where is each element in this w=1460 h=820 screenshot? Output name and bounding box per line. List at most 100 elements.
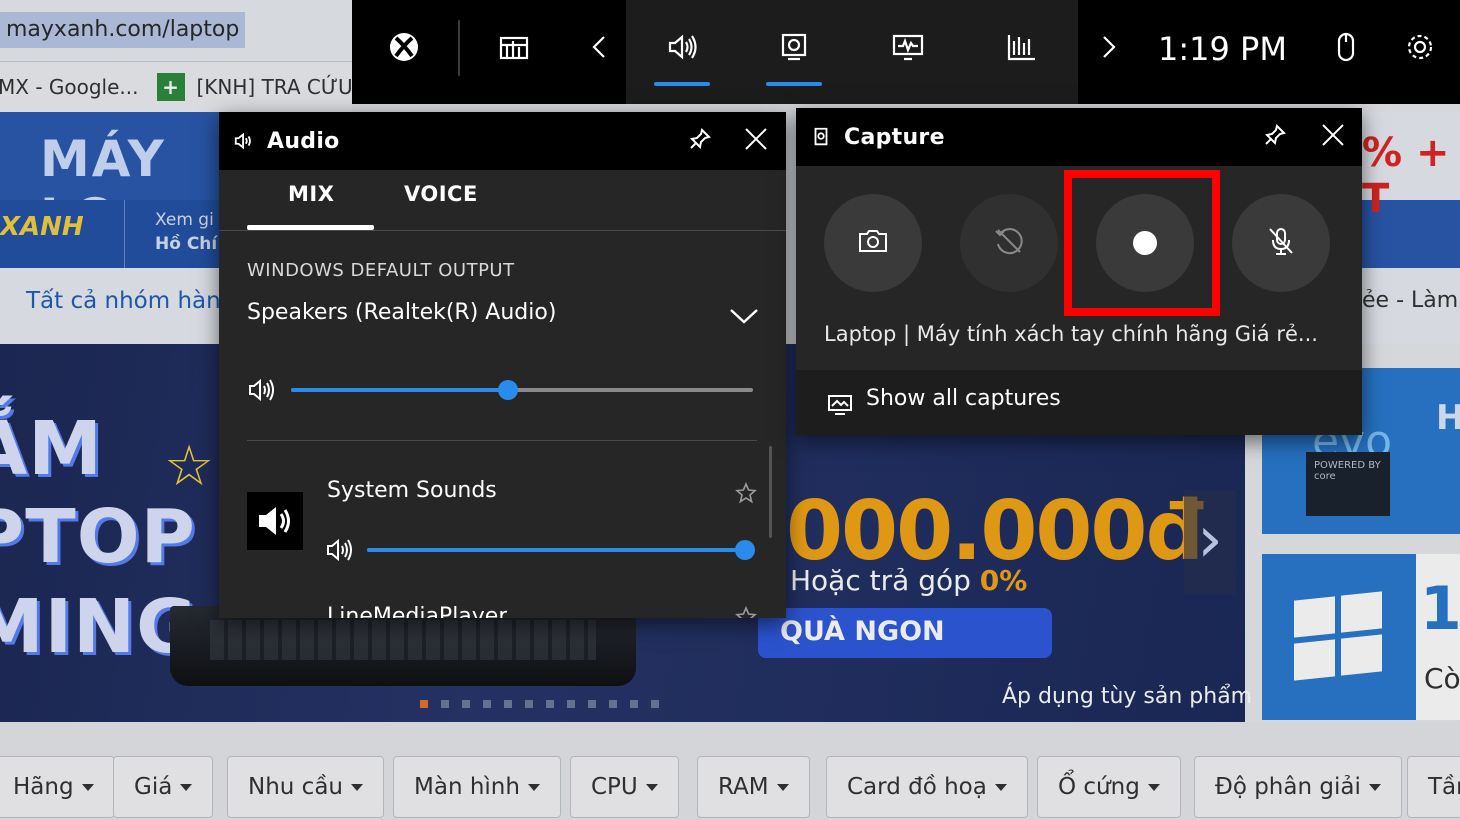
plus-icon: + <box>156 73 185 101</box>
side-ad-letter: H <box>1436 398 1460 438</box>
slider-thumb[interactable] <box>735 540 755 560</box>
caret-down-icon <box>1368 784 1381 791</box>
carousel-dot[interactable] <box>630 700 638 708</box>
installment-rate: 0% <box>979 564 1028 597</box>
mouse-button[interactable] <box>1324 0 1368 98</box>
screenshot-button[interactable] <box>824 194 922 292</box>
carousel-dot[interactable] <box>483 700 491 708</box>
settings-button[interactable] <box>1398 0 1442 98</box>
caret-down-icon <box>81 784 94 791</box>
capture-title: Capture <box>844 124 945 150</box>
side-ad-windows[interactable]: 10 Cò <box>1262 554 1460 720</box>
carousel-dot[interactable] <box>420 700 428 708</box>
filter-graphics[interactable]: Card đồ hoạ <box>826 756 1028 818</box>
all-categories-link[interactable]: Tất cả nhóm hàng <box>26 288 235 314</box>
filter-price[interactable]: Giá <box>113 756 214 818</box>
chevron-right-icon <box>1090 29 1126 69</box>
filter-label: Nhu cầu <box>248 774 343 800</box>
right-link[interactable]: ẻe - Làm <box>1362 288 1458 313</box>
filter-ram[interactable]: RAM <box>697 756 810 818</box>
filter-cpu[interactable]: CPU <box>570 756 679 818</box>
close-button[interactable] <box>1316 120 1350 154</box>
carousel-dot[interactable] <box>567 700 575 708</box>
scroll-right-button[interactable] <box>1086 0 1130 98</box>
site-logo[interactable]: XANH <box>0 212 84 242</box>
windows-logo-icon <box>1294 591 1382 681</box>
pin-button[interactable] <box>683 124 717 158</box>
promo-right-text[interactable]: % + T <box>1362 130 1460 222</box>
carousel-dot[interactable] <box>441 700 449 708</box>
address-url[interactable]: mayxanh.com/laptop <box>0 12 246 48</box>
close-icon <box>1320 122 1346 152</box>
tabs-divider <box>219 230 786 231</box>
carousel-dot[interactable] <box>651 700 659 708</box>
active-indicator <box>766 82 822 86</box>
gamebar-separator <box>458 20 460 76</box>
filter-label: Độ phân giải <box>1215 774 1361 800</box>
filter-screen[interactable]: Màn hình <box>393 756 561 818</box>
record-last-30s-button[interactable] <box>960 194 1058 292</box>
location-selector[interactable]: Xem gi Hồ Chí <box>124 200 217 268</box>
audio-header[interactable]: Audio <box>219 112 786 170</box>
scroll-left-button[interactable] <box>578 0 622 98</box>
slider-thumb[interactable] <box>498 380 519 400</box>
carousel-dot[interactable] <box>504 700 512 708</box>
bookmark-item[interactable]: MX - Google... <box>0 75 139 99</box>
close-button[interactable] <box>739 124 773 158</box>
output-section-label: WINDOWS DEFAULT OUTPUT <box>247 260 515 281</box>
star-icon <box>735 606 757 618</box>
favorite-button[interactable] <box>735 606 757 618</box>
record-highlight-box <box>1064 170 1220 316</box>
filter-need[interactable]: Nhu cầu <box>227 756 384 818</box>
filter-resolution[interactable]: Độ phân giải <box>1194 756 1402 818</box>
carousel-dot[interactable] <box>546 700 554 708</box>
game-bar: 1:19 PM <box>352 0 1460 104</box>
filter-brand[interactable]: Hãng <box>0 756 115 818</box>
location-line-2: Hồ Chí <box>155 234 218 254</box>
performance-widget-button[interactable] <box>880 0 936 98</box>
active-indicator <box>654 82 710 86</box>
filter-refresh[interactable]: Tần <box>1407 756 1460 818</box>
pin-button[interactable] <box>1258 120 1292 154</box>
show-all-captures-button[interactable]: Show all captures <box>796 370 1362 435</box>
mouse-icon <box>1328 29 1364 69</box>
hero-apply-note: Áp dụng tùy sản phẩm <box>1002 684 1253 709</box>
tab-voice[interactable]: VOICE <box>404 182 478 232</box>
output-device-dropdown[interactable]: Speakers (Realtek(R) Audio) <box>247 300 759 342</box>
gift-badge: QUÀ NGON <box>758 608 1052 658</box>
bookmark-label: [KNH] TRA CỨU <box>196 75 353 99</box>
mic-toggle-button[interactable] <box>1232 194 1330 292</box>
audio-widget-button[interactable] <box>654 0 710 98</box>
capture-header[interactable]: Capture <box>796 108 1362 166</box>
slider-fill <box>367 548 745 552</box>
widget-menu-button[interactable] <box>482 0 546 98</box>
master-volume-slider[interactable] <box>291 380 753 400</box>
carousel-dot[interactable] <box>462 700 470 708</box>
volume-icon[interactable] <box>247 376 277 404</box>
caret-down-icon <box>1147 784 1160 791</box>
carousel-next-button[interactable]: › <box>1184 490 1236 594</box>
capture-icon <box>808 124 834 150</box>
capture-widget-button[interactable] <box>766 0 822 98</box>
app-volume-slider[interactable] <box>367 540 755 560</box>
carousel-dot[interactable] <box>609 700 617 708</box>
resources-widget-button[interactable] <box>994 0 1050 98</box>
volume-icon[interactable] <box>325 536 355 564</box>
carousel-dot[interactable] <box>525 700 533 708</box>
carousel-dots[interactable] <box>420 700 659 708</box>
bookmark-item[interactable]: + [KNH] TRA CỨU <box>156 73 353 101</box>
audio-title: Audio <box>267 128 340 154</box>
filter-storage[interactable]: Ổ cứng <box>1037 756 1181 818</box>
speaker-icon <box>247 492 303 550</box>
audio-icon <box>231 128 257 154</box>
brand-banner[interactable]: MÁY LỌ <box>0 112 230 246</box>
capture-icon <box>776 29 812 69</box>
xbox-button[interactable] <box>372 0 436 98</box>
carousel-dot[interactable] <box>588 700 596 708</box>
hero-installment: Hoặc trả góp 0% <box>790 564 1027 597</box>
gallery-icon <box>826 392 854 416</box>
address-bar[interactable]: mayxanh.com/laptop <box>0 0 352 62</box>
star-icon <box>735 481 757 504</box>
favorite-button[interactable] <box>735 481 757 504</box>
scrollbar[interactable] <box>769 446 772 538</box>
